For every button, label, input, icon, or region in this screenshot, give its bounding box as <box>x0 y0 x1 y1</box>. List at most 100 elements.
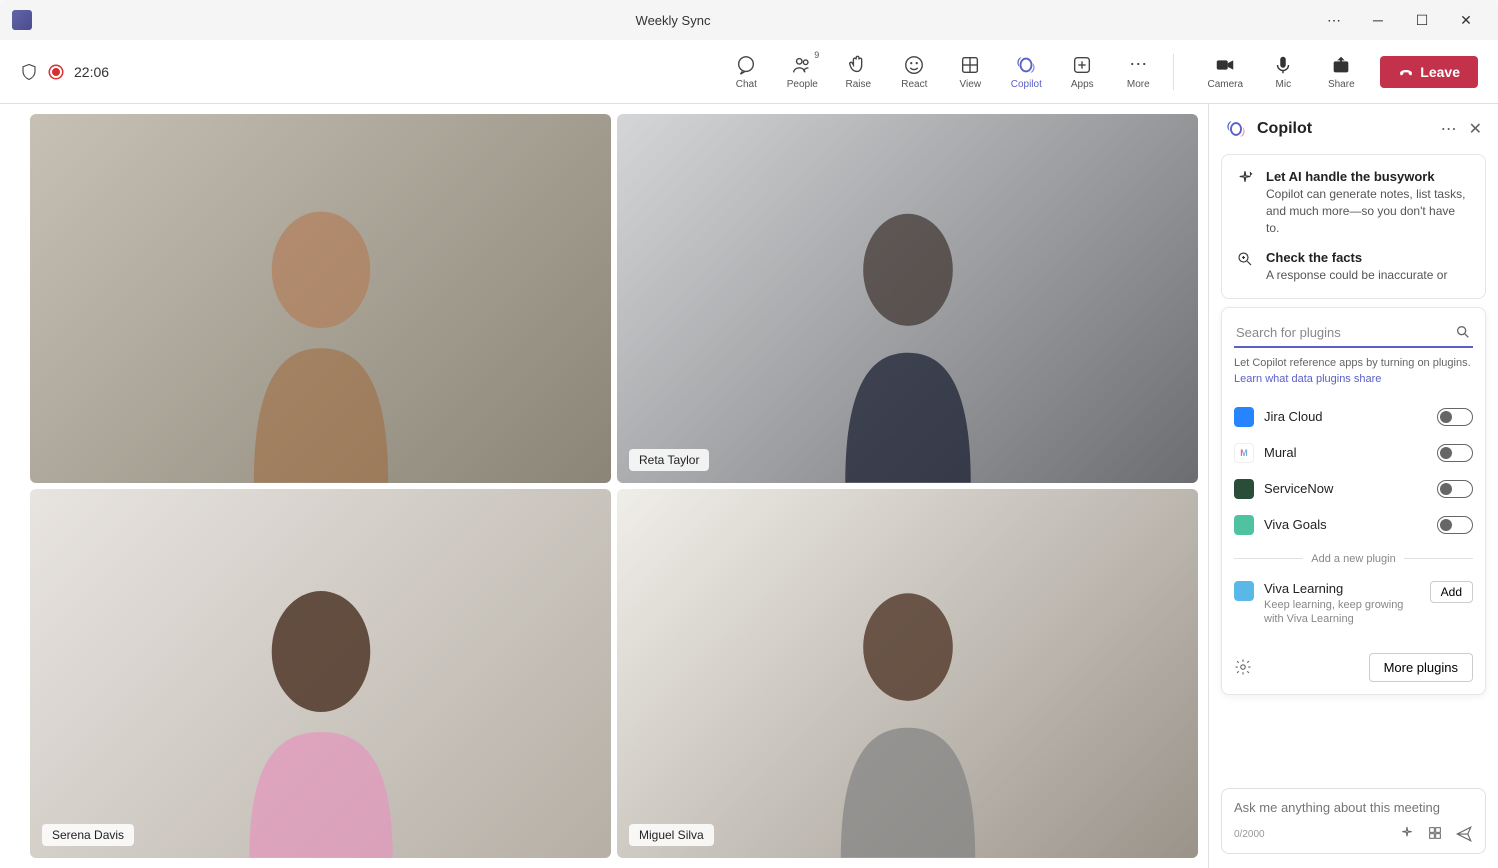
main-area: Reta Taylor Serena Davis Miguel Silva Co… <box>0 104 1498 868</box>
servicenow-icon <box>1234 479 1254 499</box>
suggestion-name: Viva Learning <box>1264 581 1420 596</box>
copilot-tip: Check the facts A response could be inac… <box>1236 250 1471 284</box>
copilot-logo-icon <box>1225 118 1247 140</box>
participant-silhouette <box>146 544 495 858</box>
copilot-close-icon[interactable]: ✕ <box>1469 119 1482 139</box>
plugin-toggle[interactable] <box>1437 480 1473 498</box>
plugin-row-vivagoals: Viva Goals <box>1234 507 1473 543</box>
people-label: People <box>787 79 818 90</box>
video-tile[interactable]: Serena Davis <box>30 489 611 858</box>
more-label: More <box>1127 79 1150 90</box>
compose-char-count: 0/2000 <box>1234 829 1265 840</box>
plugin-name: ServiceNow <box>1264 481 1427 496</box>
hangup-icon <box>1398 64 1414 80</box>
copilot-tip: Let AI handle the busywork Copilot can g… <box>1236 169 1471 236</box>
copilot-label: Copilot <box>1011 79 1042 90</box>
plugin-name: Viva Goals <box>1264 517 1427 532</box>
react-button[interactable]: React <box>887 46 941 98</box>
plugin-name: Mural <box>1264 445 1427 460</box>
mural-icon: M <box>1234 443 1254 463</box>
copilot-more-icon[interactable]: ⋯ <box>1441 119 1457 139</box>
copilot-compose-input[interactable] <box>1234 800 1473 815</box>
mic-button[interactable]: Mic <box>1256 46 1310 98</box>
meeting-title: Weekly Sync <box>636 13 711 28</box>
jira-icon <box>1234 407 1254 427</box>
plugin-row-servicenow: ServiceNow <box>1234 471 1473 507</box>
add-plugin-button[interactable]: Add <box>1430 581 1473 603</box>
participant-name-tag: Miguel Silva <box>629 824 714 846</box>
react-label: React <box>901 79 927 90</box>
chat-label: Chat <box>736 79 757 90</box>
vivalearning-icon <box>1234 581 1254 601</box>
people-count: 9 <box>814 50 819 60</box>
video-tile[interactable]: Reta Taylor <box>617 114 1198 483</box>
leave-button[interactable]: Leave <box>1380 56 1478 88</box>
tip-desc: A response could be inaccurate or <box>1266 267 1447 284</box>
more-button[interactable]: ⋯ More <box>1111 46 1165 98</box>
share-label: Share <box>1328 79 1355 90</box>
plugin-note: Let Copilot reference apps by turning on… <box>1234 356 1473 387</box>
plugin-suggestion-row: Viva Learning Keep learning, keep growin… <box>1234 575 1473 633</box>
app-window: Weekly Sync ⋯ ─ ☐ ✕ 22:06 Chat 9 People <box>0 0 1498 868</box>
teams-app-icon <box>12 10 32 30</box>
view-button[interactable]: View <box>943 46 997 98</box>
recording-icon <box>50 66 62 78</box>
participant-silhouette <box>146 169 495 483</box>
send-icon[interactable] <box>1455 825 1473 843</box>
sparkle-action-icon[interactable] <box>1399 825 1415 841</box>
tip-title: Check the facts <box>1266 250 1447 265</box>
toolbar-divider <box>1173 54 1174 90</box>
search-icon[interactable] <box>1455 324 1471 340</box>
gear-icon[interactable] <box>1234 658 1252 676</box>
leave-label: Leave <box>1420 64 1460 80</box>
plugin-footer: More plugins <box>1234 643 1473 682</box>
plugin-search-input[interactable] <box>1236 325 1455 340</box>
copilot-header: Copilot ⋯ ✕ <box>1209 104 1498 154</box>
raise-label: Raise <box>846 79 872 90</box>
meeting-toolbar: 22:06 Chat 9 People Raise React V <box>0 40 1498 104</box>
suggestion-desc: Keep learning, keep growing with Viva Le… <box>1264 598 1420 627</box>
plugin-toggle[interactable] <box>1437 408 1473 426</box>
plugin-row-jira: Jira Cloud <box>1234 399 1473 435</box>
apps-button[interactable]: Apps <box>1055 46 1109 98</box>
plugin-card: Let Copilot reference apps by turning on… <box>1221 307 1486 694</box>
raise-hand-button[interactable]: Raise <box>831 46 885 98</box>
window-more-icon[interactable]: ⋯ <box>1314 6 1354 34</box>
copilot-compose-box: 0/2000 <box>1221 788 1486 854</box>
plugin-row-mural: M Mural <box>1234 435 1473 471</box>
apps-label: Apps <box>1071 79 1094 90</box>
plugin-learn-link[interactable]: Learn what data plugins share <box>1234 373 1381 385</box>
magnify-icon <box>1236 250 1254 284</box>
chat-button[interactable]: Chat <box>719 46 773 98</box>
plugin-name: Jira Cloud <box>1264 409 1427 424</box>
plugin-divider: Add a new plugin <box>1234 553 1473 565</box>
plugin-toggle[interactable] <box>1437 516 1473 534</box>
plugin-toggle[interactable] <box>1437 444 1473 462</box>
camera-button[interactable]: Camera <box>1198 46 1252 98</box>
tip-desc: Copilot can generate notes, list tasks, … <box>1266 186 1471 236</box>
participant-name-tag: Serena Davis <box>42 824 134 846</box>
participant-silhouette <box>733 544 1082 858</box>
copilot-panel-title: Copilot <box>1257 120 1431 138</box>
grid-action-icon[interactable] <box>1427 825 1443 841</box>
more-plugins-button[interactable]: More plugins <box>1369 653 1473 682</box>
vivagoals-icon <box>1234 515 1254 535</box>
window-minimize-icon[interactable]: ─ <box>1358 6 1398 34</box>
video-tile[interactable] <box>30 114 611 483</box>
participant-name-tag: Reta Taylor <box>629 449 709 471</box>
camera-label: Camera <box>1208 79 1244 90</box>
recording-timer: 22:06 <box>74 64 109 80</box>
window-close-icon[interactable]: ✕ <box>1446 6 1486 34</box>
sparkle-icon <box>1236 169 1254 236</box>
copilot-panel: Copilot ⋯ ✕ Let AI handle the busywork C… <box>1208 104 1498 868</box>
copilot-tips-card: Let AI handle the busywork Copilot can g… <box>1221 154 1486 299</box>
mic-label: Mic <box>1276 79 1292 90</box>
copilot-button[interactable]: Copilot <box>999 46 1053 98</box>
window-maximize-icon[interactable]: ☐ <box>1402 6 1442 34</box>
plugin-search-box <box>1234 320 1473 348</box>
share-button[interactable]: Share <box>1314 46 1368 98</box>
participant-silhouette <box>733 169 1082 483</box>
video-tile[interactable]: Miguel Silva <box>617 489 1198 858</box>
titlebar: Weekly Sync ⋯ ─ ☐ ✕ <box>0 0 1498 40</box>
people-button[interactable]: 9 People <box>775 46 829 98</box>
